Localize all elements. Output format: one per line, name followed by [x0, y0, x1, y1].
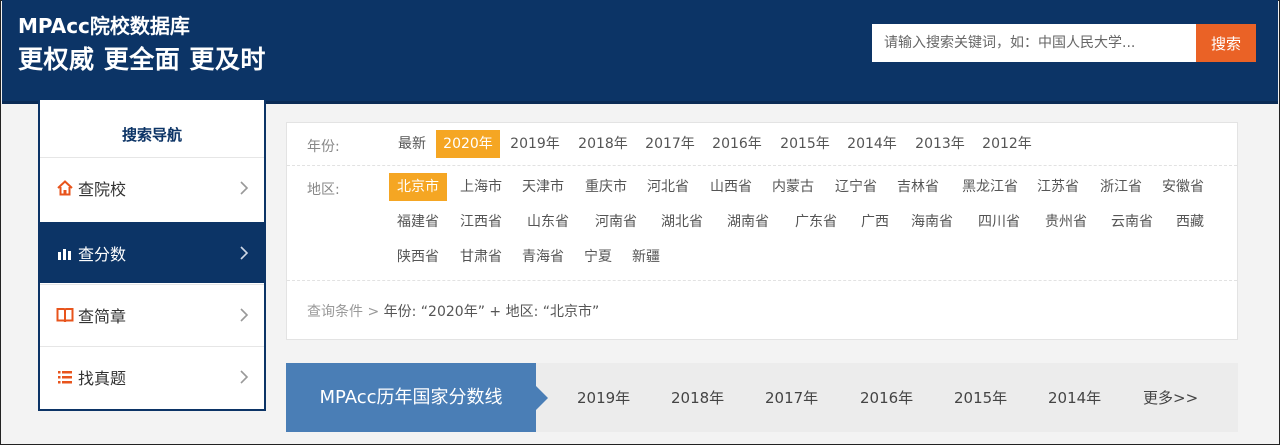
sidebar-item-scores[interactable]: 查分数	[40, 222, 264, 283]
score-title-arrow	[536, 386, 548, 410]
score-year-link[interactable]: 2017年	[765, 387, 818, 408]
year-option-2014[interactable]: 2014年	[840, 130, 904, 158]
home-icon	[56, 179, 74, 197]
more-link[interactable]: 更多>>	[1143, 387, 1198, 408]
region-option[interactable]: 广东省	[788, 208, 844, 236]
sidebar-item-label: 查简章	[78, 307, 127, 326]
search-nav-sidebar: 搜索导航 查院校 查分数 查简章 找真题	[38, 100, 266, 411]
region-option[interactable]: 青海省	[515, 243, 571, 271]
region-option[interactable]: 江苏省	[1030, 173, 1086, 201]
region-option[interactable]: 内蒙古	[765, 173, 821, 201]
list-icon	[56, 368, 74, 386]
region-option[interactable]: 辽宁省	[828, 173, 884, 201]
score-year-link[interactable]: 2019年	[577, 387, 630, 408]
region-option[interactable]: 新疆	[625, 243, 667, 271]
region-option[interactable]: 山西省	[703, 173, 759, 201]
region-option[interactable]: 黑龙江省	[953, 173, 1027, 201]
sidebar-item-past-papers[interactable]: 找真题	[40, 346, 264, 407]
region-option[interactable]: 上海市	[453, 173, 509, 201]
search-input[interactable]	[872, 24, 1196, 62]
region-option[interactable]: 甘肃省	[453, 243, 509, 271]
brand-title: MPAcc院校数据库	[18, 14, 190, 38]
year-option-2019[interactable]: 2019年	[503, 130, 567, 158]
year-option-latest[interactable]: 最新	[389, 130, 435, 158]
region-option[interactable]: 湖北省	[654, 208, 710, 236]
sidebar-item-brochures[interactable]: 查简章	[40, 284, 264, 345]
year-option-2012[interactable]: 2012年	[975, 130, 1039, 158]
national-score-bar: MPAcc历年国家分数线 2019年 2018年 2017年 2016年 201…	[286, 363, 1238, 432]
chevron-right-icon	[240, 308, 249, 322]
region-option[interactable]: 天津市	[515, 173, 571, 201]
region-option[interactable]: 湖南省	[720, 208, 776, 236]
chevron-right-icon	[240, 245, 249, 260]
region-option[interactable]: 北京市	[389, 173, 447, 201]
region-option[interactable]: 贵州省	[1038, 208, 1094, 236]
sidebar-title: 搜索导航	[121, 126, 182, 144]
region-filter-label: 地区:	[307, 182, 340, 198]
year-filter-label: 年份:	[307, 139, 340, 155]
sidebar-item-label: 查分数	[78, 244, 127, 264]
region-option[interactable]: 福建省	[389, 208, 447, 236]
region-option[interactable]: 重庆市	[578, 173, 634, 201]
bar-chart-icon	[56, 244, 74, 262]
chevron-right-icon	[240, 181, 249, 195]
region-option[interactable]: 云南省	[1104, 208, 1160, 236]
score-year-link[interactable]: 2016年	[860, 387, 913, 408]
year-option-2017[interactable]: 2017年	[638, 130, 702, 158]
region-option[interactable]: 广西	[854, 208, 896, 236]
book-icon	[56, 306, 74, 324]
chevron-right-icon	[240, 370, 249, 384]
region-option[interactable]: 安徽省	[1155, 173, 1211, 201]
crumb-year: 年份: “2020年”	[383, 304, 485, 320]
region-option[interactable]: 四川省	[971, 208, 1027, 236]
crumb-prefix: 查询条件 >	[307, 304, 380, 320]
filter-divider	[287, 165, 1237, 166]
region-option[interactable]: 山东省	[520, 208, 576, 236]
crumb-region: + 地区: “北京市”	[489, 304, 600, 320]
year-option-2016[interactable]: 2016年	[705, 130, 769, 158]
region-option[interactable]: 陕西省	[389, 243, 447, 271]
region-option[interactable]: 海南省	[904, 208, 960, 236]
search-button[interactable]: 搜索	[1196, 24, 1256, 62]
score-year-link[interactable]: 2014年	[1048, 387, 1101, 408]
region-option[interactable]: 宁夏	[577, 243, 619, 271]
year-option-2020[interactable]: 2020年	[436, 130, 500, 158]
score-year-link[interactable]: 2018年	[671, 387, 724, 408]
filter-panel: 年份: 最新 2020年 2019年 2018年 2017年 2016年 201…	[286, 122, 1238, 340]
site-header: MPAcc院校数据库 更权威 更全面 更及时 搜索	[2, 0, 1278, 104]
year-option-2018[interactable]: 2018年	[571, 130, 635, 158]
region-option[interactable]: 西藏	[1169, 208, 1211, 236]
sidebar-item-schools[interactable]: 查院校	[40, 157, 264, 218]
brand-slogan: 更权威 更全面 更及时	[18, 45, 266, 74]
year-option-2015[interactable]: 2015年	[773, 130, 837, 158]
filter-divider	[287, 280, 1237, 281]
region-option[interactable]: 江西省	[453, 208, 509, 236]
sidebar-item-label: 查院校	[78, 180, 127, 199]
region-option[interactable]: 河南省	[588, 208, 644, 236]
region-option[interactable]: 河北省	[640, 173, 696, 201]
year-option-2013[interactable]: 2013年	[908, 130, 972, 158]
score-title: MPAcc历年国家分数线	[286, 363, 536, 432]
region-option[interactable]: 吉林省	[890, 173, 946, 201]
query-conditions: 查询条件 > 年份: “2020年” + 地区: “北京市”	[307, 301, 599, 321]
region-option[interactable]: 浙江省	[1093, 173, 1149, 201]
sidebar-item-label: 找真题	[78, 369, 127, 388]
score-year-link[interactable]: 2015年	[954, 387, 1007, 408]
